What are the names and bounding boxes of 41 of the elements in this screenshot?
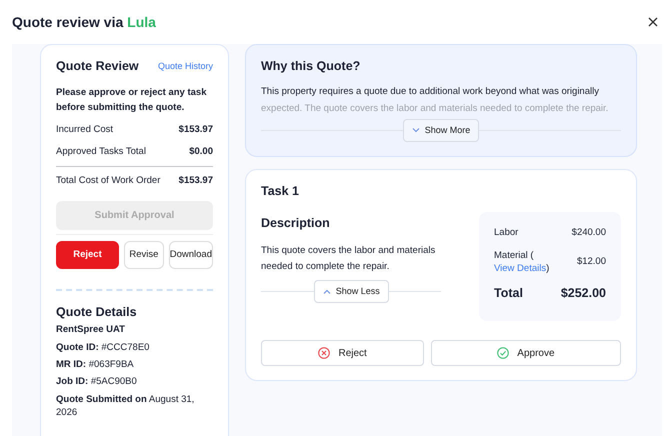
cost-label: Total: [494, 285, 523, 302]
detail-line: Quote Submitted on August 31, 2026: [56, 392, 196, 420]
cost-value: $0.00: [189, 144, 213, 159]
reject-task-button[interactable]: Reject: [261, 340, 424, 366]
x-circle-icon: [318, 347, 330, 360]
chevron-up-icon: [322, 288, 331, 294]
total-label: Total Cost of Work Order: [56, 174, 160, 188]
window-title: Quote review via Lula: [12, 14, 156, 30]
chevron-down-icon: [412, 128, 420, 134]
description-title: Description: [261, 216, 331, 230]
action-button[interactable]: Revise: [124, 241, 164, 270]
view-details-link[interactable]: View Details: [494, 263, 546, 274]
detail-line: MR ID: #063F9BA: [56, 358, 135, 372]
close-icon: [648, 17, 658, 27]
why-text: This property requires a quote due to additional work beyond what was originally expected. The quote covers the labor and materials needed to complete the repair.: [261, 85, 610, 116]
reject-button[interactable]: Reject: [56, 241, 119, 270]
detail-line: Job ID: #5AC90B0: [56, 375, 138, 389]
show-less-button[interactable]: Show Less: [314, 280, 389, 303]
cost-label: Approved Tasks Total: [56, 144, 146, 159]
cost-value: $12.00: [576, 255, 606, 270]
section-title: Quote Details: [56, 305, 138, 320]
card-title: Why this Quote?: [261, 59, 362, 74]
cost-value: $153.97: [178, 123, 213, 138]
approve-task-button[interactable]: Approve: [430, 340, 621, 366]
cost-value: $240.00: [572, 226, 606, 240]
instruction-text: Please approve or reject any task before submitting the quote.: [56, 86, 208, 115]
material-label: Material ( View Details): [494, 248, 550, 276]
total-value: $153.97: [178, 174, 213, 188]
company-name: RentSpree UAT: [56, 323, 126, 337]
close-button[interactable]: [648, 17, 658, 27]
check-circle-icon: [497, 347, 510, 360]
quote-history-link[interactable]: Quote History: [158, 60, 213, 74]
show-more-button[interactable]: Show More: [402, 119, 480, 142]
card-title: Quote Review: [56, 59, 139, 74]
cost-label: Incurred Cost: [56, 123, 114, 138]
task-title: Task 1: [261, 184, 300, 200]
action-button[interactable]: Download: [168, 241, 213, 270]
description-text: This quote covers the labor and materials needed to complete the repair.: [261, 244, 436, 274]
detail-line: Quote ID: #CCC78E0: [56, 340, 150, 354]
cost-label: Labor: [494, 226, 518, 240]
cost-value: $252.00: [560, 285, 606, 302]
